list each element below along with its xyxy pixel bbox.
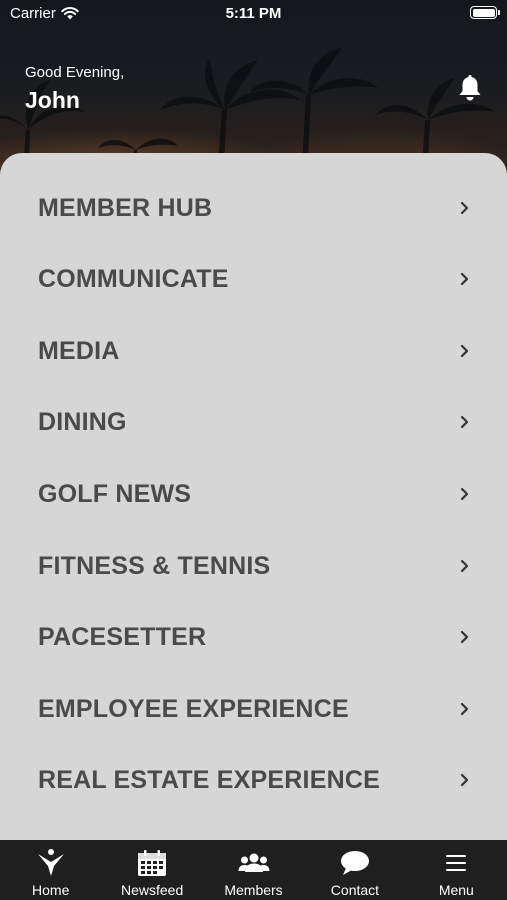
calendar-icon <box>138 850 167 876</box>
greeting-text: Good Evening, <box>25 64 125 81</box>
menu-item-label: EMPLOYEE EXPERIENCE <box>38 694 349 723</box>
menu-item-media[interactable]: MEDIA <box>0 315 507 387</box>
tab-label: Members <box>224 882 283 898</box>
menu-item-label: MEMBER HUB <box>38 193 213 222</box>
chat-bubble-icon <box>340 851 369 875</box>
menu-item-label: PACESETTER <box>38 622 207 651</box>
chevron-right-icon <box>460 487 469 501</box>
tab-menu[interactable]: Menu <box>406 840 507 900</box>
tab-contact[interactable]: Contact <box>304 840 405 900</box>
tab-label: Contact <box>330 882 380 898</box>
tab-bar: Home Newsfeed Members Contact Menu <box>0 840 507 900</box>
menu-item-label: MEDIA <box>38 336 120 365</box>
tab-label: Menu <box>438 882 474 898</box>
chevron-right-icon <box>460 773 469 787</box>
chevron-right-icon <box>460 415 469 429</box>
hamburger-menu-icon <box>446 855 467 871</box>
tab-home[interactable]: Home <box>0 840 101 900</box>
menu-item-fitness-tennis[interactable]: FITNESS & TENNIS <box>0 530 507 602</box>
menu-item-label: REAL ESTATE EXPERIENCE <box>38 765 380 794</box>
menu-item-label: COMMUNICATE <box>38 264 229 293</box>
status-bar: Carrier 5:11 PM <box>0 0 507 30</box>
menu-item-golf-news[interactable]: GOLF NEWS <box>0 458 507 530</box>
menu-list: MEMBER HUB COMMUNICATE MEDIA DINING GOLF… <box>0 153 507 843</box>
menu-item-label: FITNESS & TENNIS <box>38 551 271 580</box>
tab-label: Newsfeed <box>120 882 184 898</box>
chevron-right-icon <box>460 702 469 716</box>
chevron-right-icon <box>460 344 469 358</box>
chevron-right-icon <box>460 630 469 644</box>
chevron-right-icon <box>460 559 469 573</box>
menu-item-dining[interactable]: DINING <box>0 386 507 458</box>
menu-item-employee-experience[interactable]: EMPLOYEE EXPERIENCE <box>0 673 507 745</box>
menu-item-real-estate-experience[interactable]: REAL ESTATE EXPERIENCE <box>0 744 507 816</box>
battery-icon <box>470 6 500 19</box>
people-icon <box>238 853 270 872</box>
chevron-right-icon <box>460 272 469 286</box>
menu-item-label: GOLF NEWS <box>38 479 192 508</box>
home-logo-icon <box>37 849 64 876</box>
bell-icon[interactable] <box>456 74 484 104</box>
user-name: John <box>25 87 80 113</box>
tab-newsfeed[interactable]: Newsfeed <box>101 840 202 900</box>
menu-item-pacesetter[interactable]: PACESETTER <box>0 601 507 673</box>
tab-label: Home <box>32 882 70 898</box>
chevron-right-icon <box>460 201 469 215</box>
clock: 5:11 PM <box>225 5 282 22</box>
menu-item-member-hub[interactable]: MEMBER HUB <box>0 172 507 244</box>
tab-members[interactable]: Members <box>203 840 304 900</box>
menu-item-communicate[interactable]: COMMUNICATE <box>0 243 507 315</box>
menu-item-label: DINING <box>38 407 127 436</box>
